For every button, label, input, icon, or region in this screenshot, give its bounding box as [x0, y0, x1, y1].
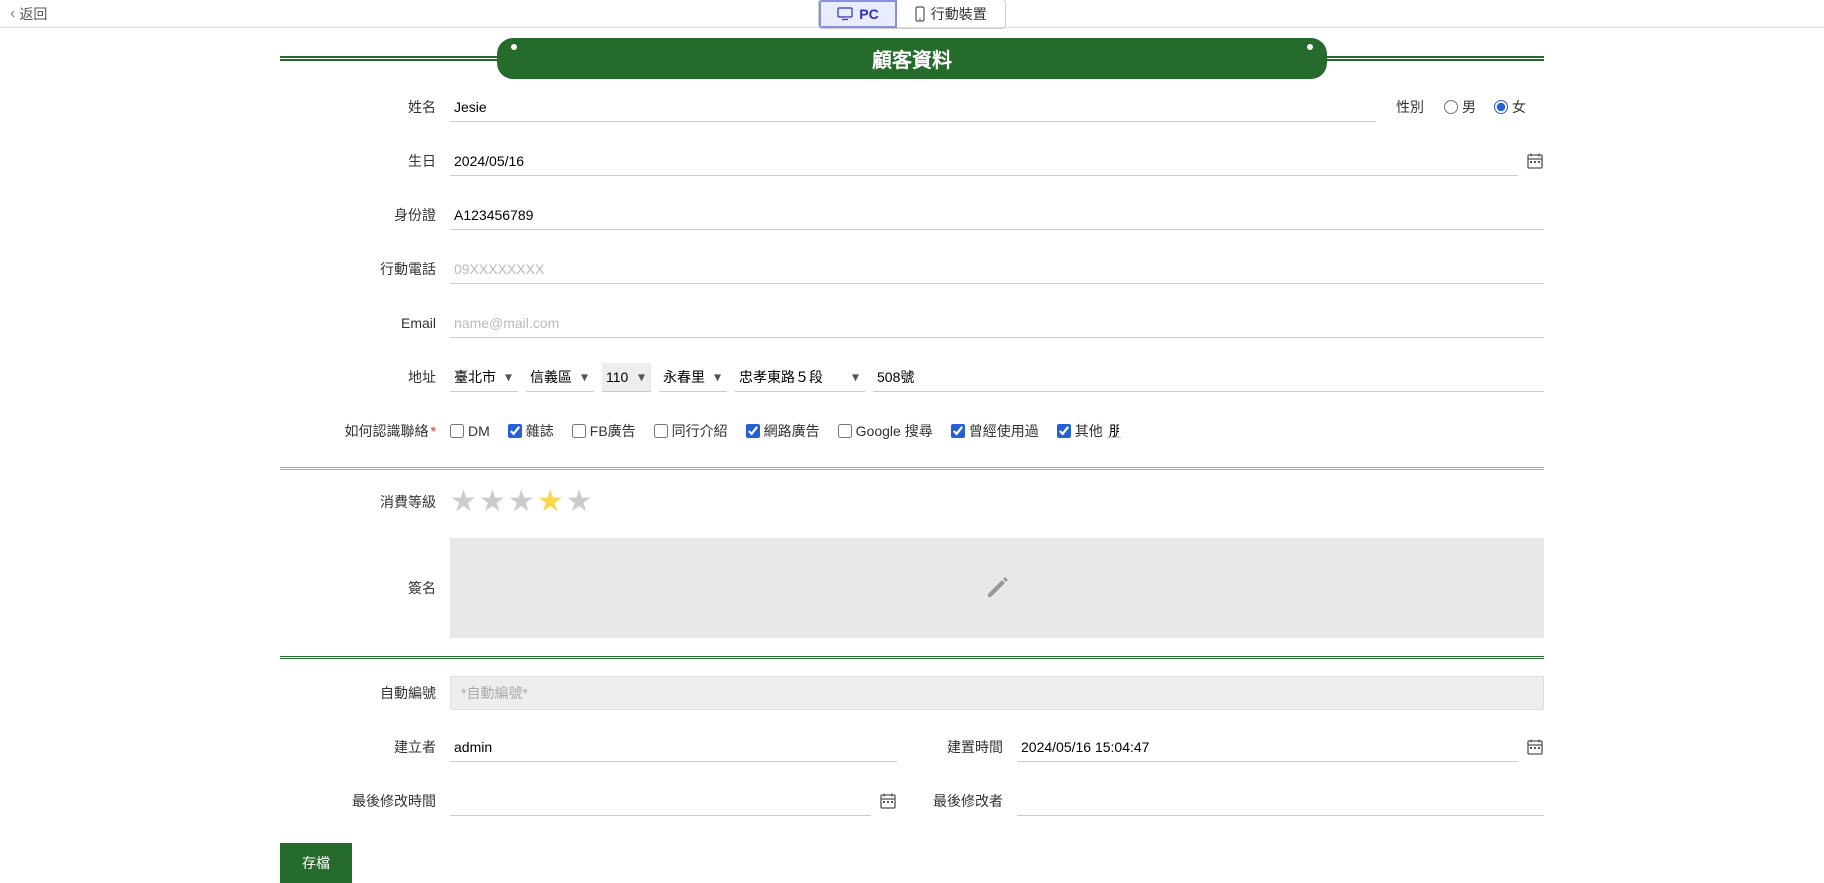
addr-vill-select[interactable]: 永春里	[659, 363, 727, 392]
email-label: Email	[280, 315, 450, 331]
name-label: 姓名	[280, 97, 450, 117]
view-pc-tab[interactable]: PC	[819, 0, 896, 28]
howknow-text-0: DM	[468, 423, 490, 439]
signature-label: 簽名	[280, 578, 450, 598]
decorative-line	[1317, 56, 1544, 61]
pencil-icon	[983, 574, 1011, 602]
howknow-options: DM 雜誌 FB廣告 同行介紹 網路廣告 Google 搜尋 曾經使用過 其他	[450, 421, 1544, 441]
lastmodby-input[interactable]	[1017, 787, 1544, 816]
howknow-text-2: FB廣告	[590, 421, 636, 441]
addr-no-input[interactable]	[873, 363, 1544, 392]
addr-city-select[interactable]: 臺北市	[450, 363, 518, 392]
gender-female-input[interactable]	[1494, 100, 1508, 114]
howknow-option-7[interactable]: 其他	[1057, 421, 1125, 441]
addr-zip-select[interactable]: 110	[602, 363, 651, 392]
decorative-line	[280, 56, 507, 61]
back-label: 返回	[19, 4, 47, 24]
howknow-checkbox-5[interactable]	[838, 424, 852, 438]
star-4[interactable]: ★	[537, 487, 564, 517]
chevron-left-icon: ‹	[10, 5, 15, 23]
howknow-option-4[interactable]: 網路廣告	[746, 421, 820, 441]
view-toggle: PC 行動裝置	[818, 0, 1005, 29]
birthday-label: 生日	[280, 151, 450, 171]
howknow-option-3[interactable]: 同行介紹	[654, 421, 728, 441]
howknow-text-5: Google 搜尋	[856, 421, 933, 441]
divider-green	[280, 656, 1544, 659]
view-mobile-label: 行動裝置	[931, 4, 987, 24]
howknow-text-4: 網路廣告	[764, 421, 820, 441]
signature-pad[interactable]	[450, 538, 1544, 638]
howknow-label: 如何認識聯絡*	[280, 421, 450, 441]
mobile-input[interactable]	[450, 255, 1544, 284]
gender-male-radio[interactable]: 男	[1444, 97, 1476, 117]
section-header: 顧客資料	[280, 38, 1544, 79]
howknow-option-2[interactable]: FB廣告	[572, 421, 636, 441]
creator-label: 建立者	[280, 737, 450, 757]
view-mobile-tab[interactable]: 行動裝置	[897, 0, 1005, 28]
createtime-input[interactable]	[1017, 733, 1518, 762]
calendar-icon[interactable]	[1526, 152, 1544, 170]
gender-female-radio[interactable]: 女	[1494, 97, 1526, 117]
address-label: 地址	[280, 367, 450, 387]
howknow-checkbox-2[interactable]	[572, 424, 586, 438]
autono-label: 自動編號	[280, 683, 450, 703]
howknow-text-7: 其他	[1075, 421, 1103, 441]
gender-male-text: 男	[1462, 97, 1476, 117]
howknow-checkbox-1[interactable]	[508, 424, 522, 438]
page-title: 顧客資料	[497, 38, 1327, 79]
calendar-icon[interactable]	[1526, 738, 1544, 756]
createtime-label: 建置時間	[927, 737, 1017, 757]
lastmodtime-label: 最後修改時間	[280, 791, 450, 811]
howknow-text-3: 同行介紹	[672, 421, 728, 441]
autono-input	[450, 676, 1544, 710]
creator-input[interactable]	[450, 733, 897, 762]
mobile-label: 行動電話	[280, 259, 450, 279]
howknow-text-1: 雜誌	[526, 421, 554, 441]
star-3[interactable]: ★	[508, 487, 535, 517]
star-1[interactable]: ★	[450, 487, 477, 517]
howknow-option-0[interactable]: DM	[450, 423, 490, 439]
howknow-option-1[interactable]: 雜誌	[508, 421, 554, 441]
howknow-option-5[interactable]: Google 搜尋	[838, 421, 933, 441]
gender-female-text: 女	[1512, 97, 1526, 117]
calendar-icon[interactable]	[879, 792, 897, 810]
gender-label: 性別	[1396, 97, 1424, 117]
name-input[interactable]	[450, 93, 1376, 122]
back-button[interactable]: ‹ 返回	[10, 4, 47, 24]
lastmodby-label: 最後修改者	[927, 791, 1017, 811]
email-input[interactable]	[450, 309, 1544, 338]
birthday-input[interactable]	[450, 147, 1518, 176]
howknow-text-6: 曾經使用過	[969, 421, 1039, 441]
star-2[interactable]: ★	[479, 487, 506, 517]
level-label: 消費等級	[280, 492, 450, 512]
howknow-other-input[interactable]	[1107, 424, 1121, 438]
howknow-checkbox-0[interactable]	[450, 424, 464, 438]
rating-stars: ★★★★★	[450, 487, 1544, 517]
idno-label: 身份證	[280, 205, 450, 225]
lastmodtime-input[interactable]	[450, 787, 871, 816]
howknow-option-6[interactable]: 曾經使用過	[951, 421, 1039, 441]
gender-male-input[interactable]	[1444, 100, 1458, 114]
required-mark: *	[431, 423, 436, 439]
divider	[280, 467, 1544, 470]
star-5[interactable]: ★	[566, 487, 593, 517]
monitor-icon	[837, 7, 853, 21]
idno-input[interactable]	[450, 201, 1544, 230]
howknow-checkbox-7[interactable]	[1057, 424, 1071, 438]
howknow-checkbox-4[interactable]	[746, 424, 760, 438]
save-button[interactable]: 存檔	[280, 843, 352, 883]
howknow-checkbox-6[interactable]	[951, 424, 965, 438]
howknow-checkbox-3[interactable]	[654, 424, 668, 438]
addr-road-select[interactable]: 忠孝東路５段	[735, 363, 865, 392]
addr-dist-select[interactable]: 信義區	[526, 363, 594, 392]
view-pc-label: PC	[859, 6, 878, 22]
mobile-icon	[915, 6, 925, 22]
